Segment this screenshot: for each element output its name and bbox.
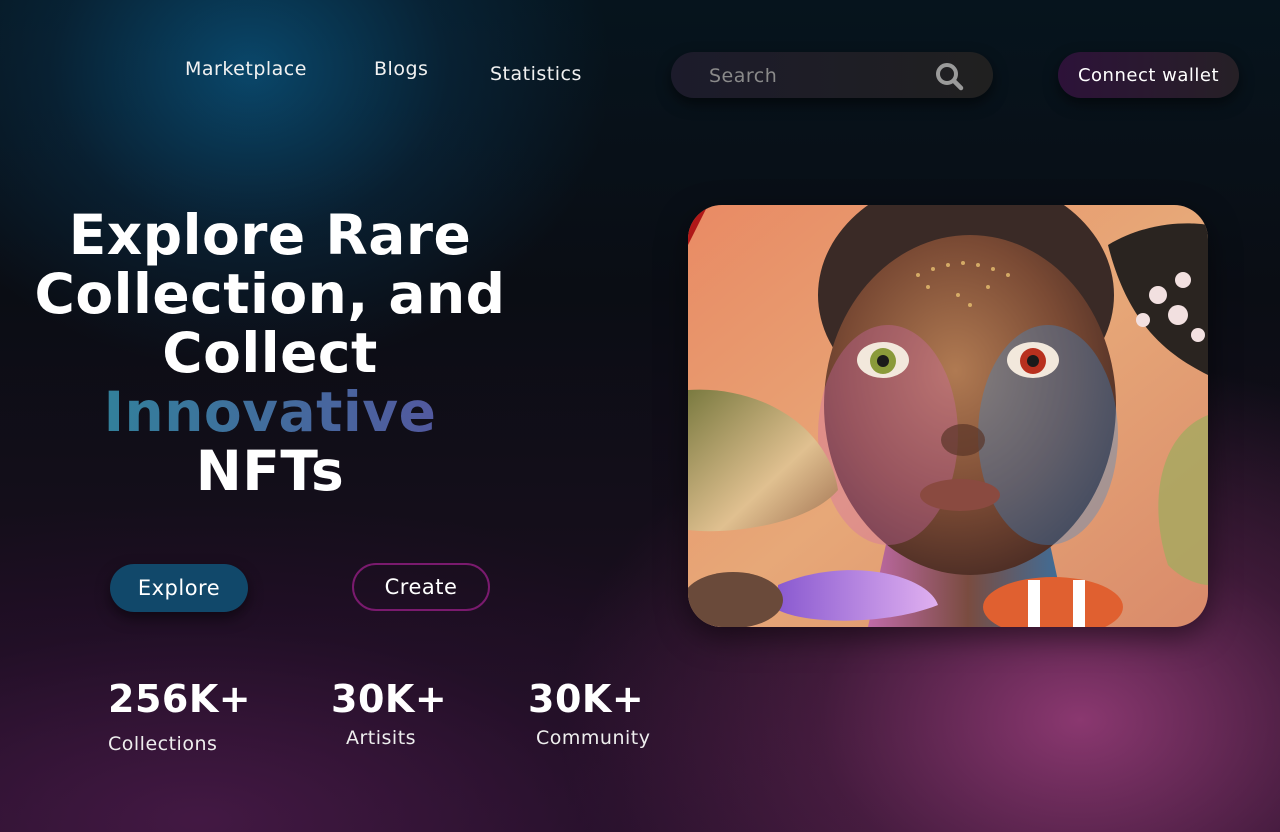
stat-collections-value: 256K+ — [108, 677, 252, 721]
headline-accent: Innovative — [20, 383, 520, 442]
nft-artwork — [688, 205, 1208, 627]
search-icon[interactable] — [934, 61, 964, 91]
nav-statistics[interactable]: Statistics — [490, 63, 582, 85]
nav-marketplace[interactable]: Marketplace — [185, 58, 307, 80]
stat-community-value: 30K+ — [528, 677, 645, 721]
hero-nft-image[interactable] — [688, 205, 1208, 627]
nav-blogs[interactable]: Blogs — [374, 58, 428, 80]
stat-community-label: Community — [536, 727, 651, 749]
headline-line-1: Explore Rare — [68, 203, 472, 267]
hero-headline: Explore Rare Collection, and Collect Inn… — [20, 206, 520, 501]
headline-line-3: Collect — [162, 321, 378, 385]
headline-line-2: Collection, and — [34, 262, 506, 326]
headline-line-5: NFTs — [195, 439, 345, 503]
search-input[interactable] — [707, 61, 931, 91]
stat-collections-label: Collections — [108, 733, 218, 755]
connect-wallet-button[interactable]: Connect wallet — [1058, 52, 1239, 98]
stat-artists-value: 30K+ — [331, 677, 448, 721]
create-button[interactable]: Create — [352, 563, 490, 611]
explore-button[interactable]: Explore — [110, 564, 248, 612]
stat-artists-label: Artisits — [346, 727, 417, 749]
